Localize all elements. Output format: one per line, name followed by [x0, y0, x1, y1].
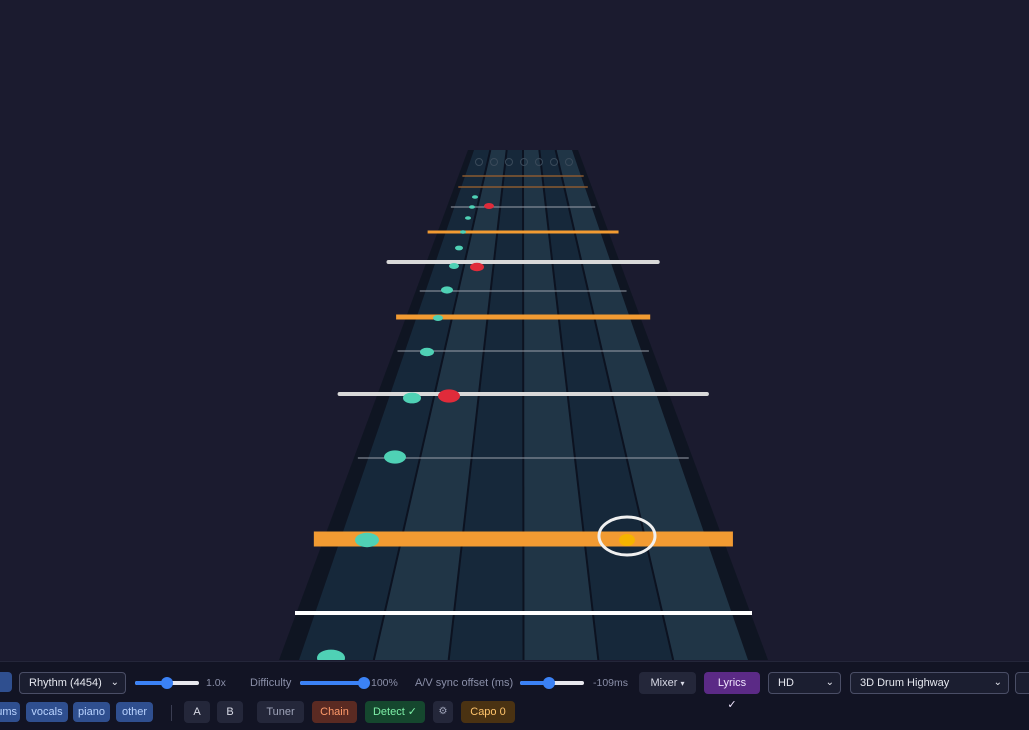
chain-label: Chain — [320, 706, 349, 718]
accent-bar — [427, 230, 619, 234]
control-bar: Rhythm (4454) ⌄ 1.0x Difficulty 100% A/V… — [0, 661, 1029, 730]
difficulty-value: 100% — [371, 677, 398, 689]
speed-slider[interactable] — [135, 672, 199, 694]
lyrics-label: Lyrics ✓ — [717, 677, 747, 711]
note-teal — [465, 216, 471, 220]
note-teal — [355, 532, 379, 548]
tuner-label: Tuner — [266, 706, 295, 718]
av-sync-slider-thumb[interactable] — [542, 677, 555, 689]
detect-toggle[interactable]: Detect ✓ — [365, 701, 425, 723]
chain-button[interactable]: Chain — [312, 701, 357, 723]
note-teal — [433, 315, 443, 321]
lane-divider — [522, 149, 525, 660]
difficulty-slider[interactable] — [300, 672, 370, 694]
loop-a-label: A — [193, 706, 201, 718]
av-sync-label: A/V sync offset (ms) — [415, 677, 514, 689]
arrangement-select-value: Rhythm (4454) — [29, 677, 102, 689]
strike-line — [295, 611, 752, 615]
chevron-down-icon: ⌄ — [110, 677, 119, 688]
capo-button[interactable]: Capo 0 — [461, 701, 515, 723]
quality-select-value: HD — [778, 677, 794, 689]
chevron-down-icon: ⌄ — [825, 677, 834, 688]
loop-b-button[interactable]: B — [217, 701, 243, 723]
gear-icon: ⚙ — [438, 706, 448, 717]
caret-down-icon: ▾ — [680, 679, 685, 688]
note-teal — [472, 195, 478, 199]
renderer-select-value: 3D Drum Highway — [860, 677, 950, 689]
stem-toggle-other[interactable]: other — [116, 702, 153, 722]
stem-piano-label: piano — [78, 706, 105, 718]
note-teal — [460, 230, 466, 234]
mixer-button[interactable]: Mixer ▾ — [639, 672, 696, 694]
stem-toggle-drums[interactable]: ums — [0, 702, 20, 722]
detect-label: Detect ✓ — [372, 706, 418, 718]
divider — [171, 705, 172, 721]
loop-b-label: B — [226, 706, 234, 718]
note-highway — [279, 149, 768, 660]
capo-label: Capo 0 — [470, 706, 506, 718]
loop-a-button[interactable]: A — [184, 701, 210, 723]
arrangement-select[interactable]: Rhythm (4454) ⌄ — [19, 672, 126, 694]
note-red — [438, 389, 460, 403]
speed-value: 1.0x — [206, 677, 226, 689]
settings-button[interactable]: ⚙ — [433, 701, 453, 723]
cut-off-left-button[interactable] — [0, 672, 12, 692]
stem-other-label: other — [121, 706, 148, 718]
speed-slider-thumb[interactable] — [161, 677, 173, 689]
quality-select[interactable]: HD ⌄ — [768, 672, 841, 694]
stem-toggle-vocals[interactable]: vocals — [26, 702, 68, 722]
note-teal — [384, 450, 406, 464]
note-red — [470, 262, 484, 272]
difficulty-label: Difficulty — [250, 677, 292, 689]
note-red — [484, 203, 494, 209]
measure-bar — [386, 260, 660, 264]
note-teal — [449, 263, 459, 269]
chevron-down-icon: ⌄ — [993, 677, 1002, 688]
highway-viewport — [0, 0, 1029, 660]
difficulty-slider-thumb[interactable] — [358, 677, 370, 689]
note-gold — [619, 534, 635, 546]
stem-vocals-label: vocals — [31, 706, 63, 718]
stem-toggle-piano[interactable]: piano — [73, 702, 110, 722]
lyrics-toggle[interactable]: Lyrics ✓ — [704, 672, 760, 711]
measure-bar — [337, 392, 709, 396]
difficulty-slider-fill — [300, 681, 364, 685]
av-sync-value: -109ms — [593, 677, 629, 689]
av-sync-slider[interactable] — [520, 672, 584, 694]
note-teal — [403, 392, 421, 404]
renderer-select[interactable]: 3D Drum Highway ⌄ — [850, 672, 1009, 694]
mixer-label: Mixer — [650, 677, 678, 689]
note-teal — [441, 286, 453, 294]
stem-drums-label: ums — [0, 706, 17, 718]
note-teal — [420, 347, 434, 357]
note-teal — [455, 245, 463, 251]
tuner-button[interactable]: Tuner — [257, 701, 304, 723]
note-teal — [469, 205, 475, 209]
cut-off-right-select[interactable] — [1015, 672, 1029, 694]
